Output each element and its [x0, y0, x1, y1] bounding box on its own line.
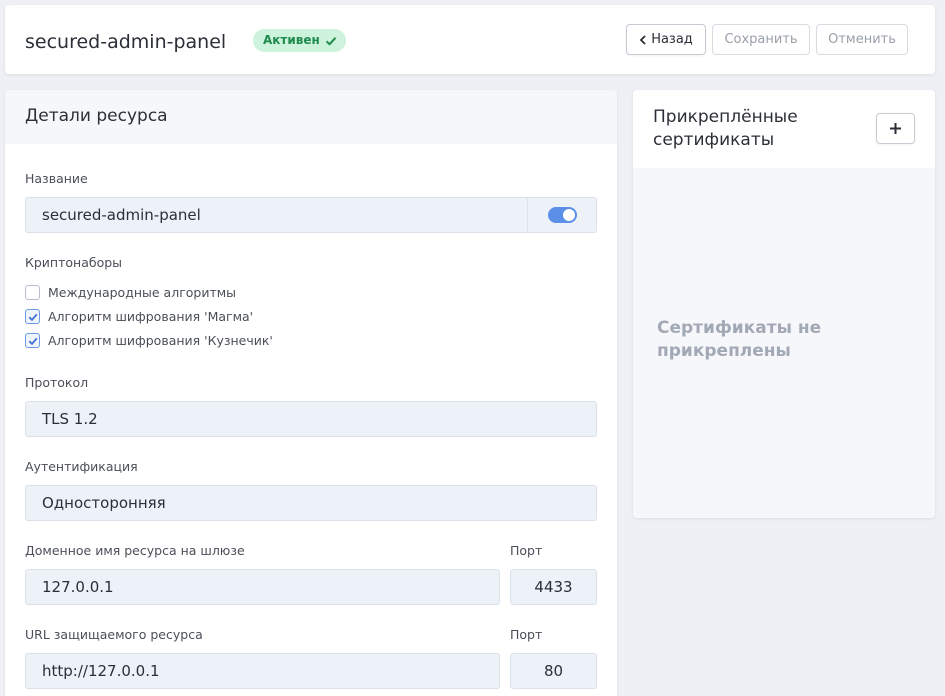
gateway-domain-label: Доменное имя ресурса на шлюзе	[25, 543, 245, 558]
save-button[interactable]: Сохранить	[712, 24, 810, 55]
url-port-label: Порт	[510, 627, 543, 642]
protocol-field[interactable]: TLS 1.2	[25, 401, 597, 437]
status-badge-label: Активен	[263, 33, 320, 47]
gateway-domain-field[interactable]: 127.0.0.1	[25, 569, 500, 605]
certificates-empty-message: Сертификаты не прикреплены	[657, 318, 822, 361]
back-button[interactable]: Назад	[626, 24, 706, 55]
name-field[interactable]: secured-admin-panel	[25, 197, 597, 233]
name-toggle-container	[527, 197, 597, 233]
plus-icon	[890, 123, 901, 134]
cipher-option-kuznechik[interactable]: Алгоритм шифрования 'Кузнечик'	[25, 333, 273, 348]
name-toggle[interactable]	[548, 207, 577, 223]
certificates-panel: Прикреплённые сертификаты Сертификаты не…	[633, 90, 935, 518]
chevron-left-icon	[639, 34, 646, 45]
checkbox-magma[interactable]	[25, 309, 40, 324]
protocol-label: Протокол	[25, 375, 89, 390]
checkbox-international[interactable]	[25, 285, 40, 300]
name-label: Название	[25, 171, 88, 186]
add-certificate-button[interactable]	[876, 113, 915, 144]
checkbox-kuznechik[interactable]	[25, 333, 40, 348]
url-port-field[interactable]: 80	[510, 653, 597, 689]
gateway-port-label: Порт	[510, 543, 543, 558]
name-field-value: secured-admin-panel	[42, 206, 201, 224]
auth-field[interactable]: Односторонняя	[25, 485, 597, 521]
status-badge: Активен	[253, 29, 346, 52]
page-header: secured-admin-panel Активен Назад Сохран…	[5, 5, 935, 74]
certificates-header: Прикреплённые сертификаты	[633, 90, 935, 168]
ciphers-label: Криптонаборы	[25, 255, 123, 270]
check-icon	[28, 313, 37, 321]
cipher-option-international[interactable]: Международные алгоритмы	[25, 285, 236, 300]
cancel-button[interactable]: Отменить	[816, 24, 908, 55]
resource-details-title: Детали ресурса	[25, 106, 168, 126]
check-icon	[325, 36, 337, 46]
auth-label: Аутентификация	[25, 459, 138, 474]
cipher-option-magma[interactable]: Алгоритм шифрования 'Магма'	[25, 309, 253, 324]
resource-details-panel: Детали ресурса Название secured-admin-pa…	[5, 90, 617, 696]
url-label: URL защищаемого ресурса	[25, 627, 203, 642]
page-title: secured-admin-panel	[25, 31, 227, 53]
cipher-label-international: Международные алгоритмы	[48, 285, 237, 300]
back-button-label: Назад	[651, 32, 693, 47]
certificates-title: Прикреплённые сертификаты	[653, 107, 798, 150]
check-icon	[28, 337, 37, 345]
gateway-port-field[interactable]: 4433	[510, 569, 597, 605]
url-field[interactable]: http://127.0.0.1	[25, 653, 500, 689]
cipher-label-magma: Алгоритм шифрования 'Магма'	[48, 309, 254, 324]
cipher-label-kuznechik: Алгоритм шифрования 'Кузнечик'	[48, 333, 273, 348]
